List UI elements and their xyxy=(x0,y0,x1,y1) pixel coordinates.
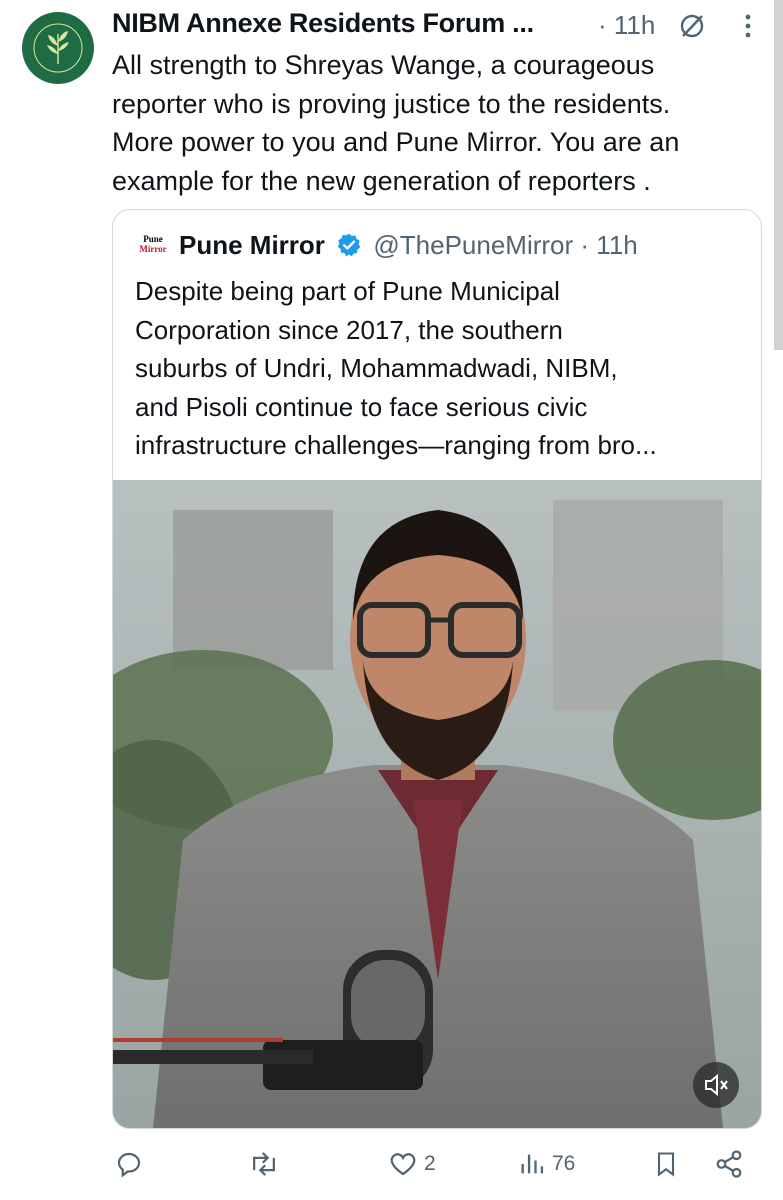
retweet-icon xyxy=(253,1152,275,1176)
retweet-button[interactable] xyxy=(248,1148,286,1180)
pune-mirror-logo: Pune Mirror xyxy=(139,234,167,262)
like-icon xyxy=(390,1153,416,1176)
scrollbar[interactable] xyxy=(774,0,783,350)
reply-button[interactable] xyxy=(114,1148,150,1180)
like-count: 2 xyxy=(424,1152,436,1175)
mute-button[interactable] xyxy=(693,1062,739,1108)
quoted-handle-time[interactable]: @ThePuneMirror · 11h xyxy=(373,230,637,260)
more-icon[interactable] xyxy=(738,12,758,40)
tweet-text: All strength to Shreyas Wange, a courage… xyxy=(112,50,680,196)
quoted-tweet[interactable]: Pune Mirror Pune Mirror @ThePuneMirror ·… xyxy=(112,209,762,1129)
author-name[interactable]: NIBM Annexe Residents Forum ... xyxy=(112,8,534,39)
views-icon xyxy=(521,1154,544,1174)
bookmark-icon xyxy=(657,1152,675,1177)
views-count: 76 xyxy=(552,1152,576,1175)
share-icon xyxy=(716,1150,742,1178)
video-frame xyxy=(113,480,761,1128)
tweet-time[interactable]: · 11h xyxy=(598,10,655,41)
quoted-author-name[interactable]: Pune Mirror xyxy=(179,230,325,260)
reply-icon xyxy=(117,1152,141,1178)
quoted-header: Pune Mirror @ThePuneMirror · 11h xyxy=(179,230,638,261)
bookmark-button[interactable] xyxy=(652,1148,680,1180)
like-button[interactable]: 2 xyxy=(388,1148,436,1180)
verified-icon xyxy=(337,233,361,257)
forum-logo-icon xyxy=(24,14,92,82)
tweet-header: NIBM Annexe Residents Forum ... · 11h xyxy=(112,6,762,42)
logo-text-top: Pune xyxy=(143,234,163,244)
views-button[interactable]: 76 xyxy=(518,1148,575,1180)
logo-text-bottom: Mirror xyxy=(139,244,167,254)
share-button[interactable] xyxy=(714,1148,744,1180)
video-media[interactable] xyxy=(113,480,761,1128)
mute-icon xyxy=(705,1073,728,1097)
grok-icon[interactable] xyxy=(678,12,706,40)
avatar[interactable] xyxy=(22,12,94,84)
quoted-text: Despite being part of Pune Municipal Cor… xyxy=(135,276,657,460)
action-bar: 2 76 xyxy=(112,1142,762,1188)
